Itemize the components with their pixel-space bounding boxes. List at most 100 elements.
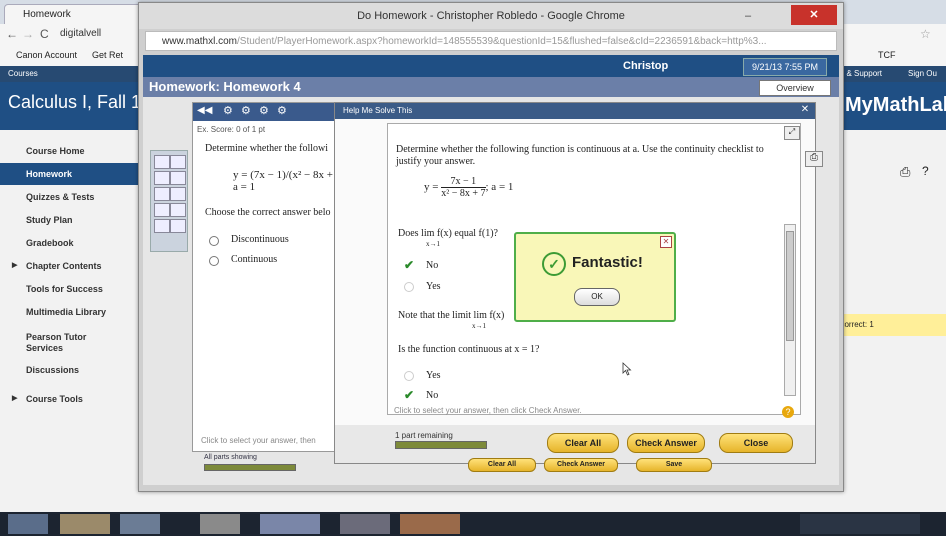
- checkmark-icon: ✔: [404, 388, 415, 402]
- dialog-close-icon[interactable]: ✕: [660, 236, 672, 248]
- tool-icon[interactable]: ⚙: [277, 104, 287, 117]
- palette-button[interactable]: [154, 187, 170, 201]
- tool-icon[interactable]: ⚙: [241, 104, 251, 117]
- background-address-text: digitalvell: [60, 28, 102, 39]
- taskbar-app[interactable]: [260, 514, 320, 534]
- palette-button[interactable]: [170, 155, 186, 169]
- taskbar-app[interactable]: [200, 514, 240, 534]
- print-icon[interactable]: ⎙: [900, 164, 910, 180]
- feedback-message: Fantastic!: [572, 254, 643, 271]
- check-answer-button-behind[interactable]: Check Answer: [544, 458, 618, 472]
- sidebar-item-label: Study Plan: [26, 215, 73, 225]
- success-check-icon: ✓: [542, 252, 566, 276]
- checkmark-icon: ✔: [404, 258, 415, 272]
- course-title: Calculus I, Fall 1: [8, 92, 142, 112]
- bookmark-item[interactable]: Get Ret: [92, 50, 123, 60]
- radio-discontinuous[interactable]: [209, 236, 219, 246]
- radio-yes[interactable]: [404, 282, 414, 292]
- scroll-thumb[interactable]: [786, 231, 794, 341]
- part-remaining-label: 1 part remaining: [395, 431, 453, 440]
- palette-button[interactable]: [154, 155, 170, 169]
- background-tab[interactable]: Homework: [4, 4, 144, 24]
- palette-button[interactable]: [154, 203, 170, 217]
- sidebar-item-pearson-tutor-services[interactable]: Pearson Tutor Services: [0, 330, 138, 356]
- help-icon[interactable]: ?: [922, 164, 929, 178]
- print-icon[interactable]: ⎙: [805, 151, 823, 167]
- palette-button[interactable]: [170, 187, 186, 201]
- tool-icon[interactable]: ⚙: [259, 104, 269, 117]
- sidebar-item-study-plan[interactable]: Study Plan: [0, 209, 138, 231]
- url-host: www.mathxl.com: [162, 36, 238, 47]
- palette-button[interactable]: [170, 203, 186, 217]
- bookmark-star-icon[interactable]: ☆: [920, 27, 931, 41]
- sidebar-item-multimedia-library[interactable]: Multimedia Library: [0, 301, 138, 323]
- tool-icon[interactable]: ⚙: [223, 104, 233, 117]
- clear-all-button-behind[interactable]: Clear All: [468, 458, 536, 472]
- sidebar-item-discussions[interactable]: Discussions: [0, 359, 138, 381]
- help-close-icon[interactable]: ✕: [799, 104, 811, 116]
- radio-yes[interactable]: [404, 371, 414, 381]
- prev-question-icon[interactable]: ◀◀: [197, 105, 212, 116]
- courses-link[interactable]: Courses: [8, 66, 38, 82]
- help-support-link[interactable]: lp & Support: [838, 66, 882, 82]
- option-continuous[interactable]: Continuous: [231, 254, 277, 265]
- close-button[interactable]: Close: [719, 433, 793, 453]
- taskbar-app[interactable]: [120, 514, 160, 534]
- limit-note: Note that the limit lim f(x): [398, 310, 505, 321]
- homework-title: Homework: Homework 4: [149, 79, 301, 94]
- forward-arrow-icon[interactable]: →: [22, 27, 34, 41]
- taskbar-app[interactable]: [400, 514, 460, 534]
- option-discontinuous[interactable]: Discontinuous: [231, 234, 289, 245]
- bookmark-item[interactable]: Canon Account: [16, 50, 77, 60]
- popup-address-bar[interactable]: www.mathxl.com/Student/PlayerHomework.as…: [145, 31, 837, 51]
- help-scrollbar[interactable]: [784, 224, 796, 396]
- answer-yes[interactable]: Yes: [426, 281, 441, 292]
- sidebar-item-tools-for-success[interactable]: Tools for Success: [0, 278, 138, 300]
- palette-button[interactable]: [154, 219, 170, 233]
- sidebar-item-label: Course Home: [26, 146, 85, 156]
- bookmark-item[interactable]: TCF: [878, 50, 896, 60]
- help-question-icon[interactable]: ?: [782, 406, 794, 418]
- check-answer-button[interactable]: Check Answer: [627, 433, 705, 453]
- sign-out-link[interactable]: Sign Ou: [908, 66, 937, 82]
- right-pane: ⎙ ?: [830, 150, 946, 450]
- minimize-icon[interactable]: –: [735, 7, 761, 25]
- window-close-icon[interactable]: ✕: [791, 5, 837, 25]
- system-tray: [800, 514, 920, 534]
- sidebar-item-quizzes-tests[interactable]: Quizzes & Tests: [0, 186, 138, 208]
- answer-yes[interactable]: Yes: [426, 370, 441, 381]
- back-arrow-icon[interactable]: ←: [6, 27, 18, 41]
- taskbar-app[interactable]: [60, 514, 110, 534]
- help-equation: y = 7x − 1 x² − 8x + 7 ; a = 1: [424, 176, 514, 199]
- homework-title-bar: Homework: Homework 4 Overview: [143, 77, 839, 97]
- sidebar-item-homework[interactable]: Homework: [0, 163, 138, 185]
- sidebar-item-chapter-contents[interactable]: ▶ Chapter Contents: [0, 255, 138, 277]
- clear-all-button[interactable]: Clear All: [547, 433, 619, 453]
- sidebar-item-course-home[interactable]: Course Home: [0, 140, 138, 162]
- palette-button[interactable]: [154, 171, 170, 185]
- part-progress-bar: [395, 441, 487, 449]
- taskbar-app[interactable]: [340, 514, 390, 534]
- sidebar-item-gradebook[interactable]: Gradebook: [0, 232, 138, 254]
- note-subscript: x→1: [472, 322, 486, 330]
- math-palette-left: [150, 150, 188, 252]
- palette-button[interactable]: [170, 219, 186, 233]
- exercise-panel: ◀◀ ⚙ ⚙ ⚙ ⚙ Ex. Score: 0 of 1 pt Determin…: [192, 102, 354, 452]
- save-button[interactable]: Save: [636, 458, 712, 472]
- overview-button[interactable]: Overview: [759, 80, 831, 96]
- answer-no[interactable]: No: [426, 390, 438, 401]
- date-time: 9/21/13 7:55 PM: [743, 58, 827, 76]
- continuity-question: Is the function continuous at x = 1?: [398, 344, 540, 355]
- radio-continuous[interactable]: [209, 256, 219, 266]
- ok-button[interactable]: OK: [574, 288, 620, 306]
- palette-button[interactable]: [170, 171, 186, 185]
- reload-icon[interactable]: C: [40, 27, 49, 41]
- answer-no[interactable]: No: [426, 260, 438, 271]
- sidebar-item-label: Chapter Contents: [26, 261, 102, 271]
- url-path: /Student/PlayerHomework.aspx?homeworkId=…: [237, 36, 767, 47]
- taskbar-app[interactable]: [8, 514, 48, 534]
- expand-arrow-icon: ▶: [12, 262, 18, 269]
- expand-icon[interactable]: ⤢: [784, 126, 800, 140]
- user-bar: Christop 9/21/13 7:55 PM: [143, 55, 839, 77]
- sidebar-item-course-tools[interactable]: ▶ Course Tools: [0, 388, 138, 410]
